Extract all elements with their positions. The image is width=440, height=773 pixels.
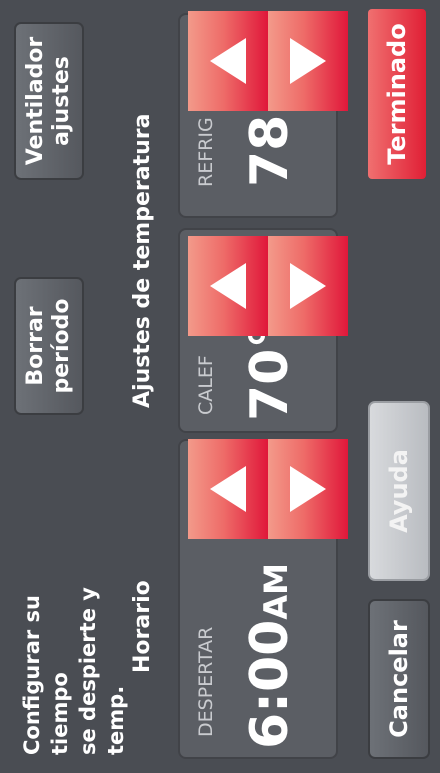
- delete-period-label-2: período: [49, 298, 74, 394]
- arrow-up-icon: [210, 38, 246, 84]
- delete-period-button[interactable]: Borrar período: [14, 277, 84, 415]
- schedule-time-down-button[interactable]: [268, 439, 348, 539]
- cool-label: REFRIG: [195, 117, 217, 187]
- arrow-down-icon: [290, 466, 326, 512]
- fan-settings-button[interactable]: Ventilador ajustes: [14, 22, 84, 180]
- schedule-heading: Horario: [130, 580, 155, 673]
- schedule-ampm: AM: [257, 563, 295, 620]
- temperature-heading: Ajustes de temperatura: [130, 113, 155, 408]
- arrow-down-icon: [290, 38, 326, 84]
- delete-period-label-1: Borrar: [23, 306, 48, 386]
- heat-down-button[interactable]: [268, 236, 348, 336]
- instruction-text: Configurar su tiempo se despierte y temp…: [18, 515, 130, 755]
- heat-up-button[interactable]: [188, 236, 268, 336]
- arrow-up-icon: [210, 263, 246, 309]
- schedule-time-value: 6:00: [240, 619, 300, 749]
- thermostat-screen: Configurar su tiempo se despierte y temp…: [0, 0, 440, 773]
- fan-settings-label-1: Ventilador: [23, 36, 48, 166]
- arrow-down-icon: [290, 263, 326, 309]
- fan-settings-label-2: ajustes: [49, 56, 74, 146]
- schedule-time: 6:00AM: [240, 563, 300, 749]
- heat-setpoint: 70°: [240, 322, 300, 421]
- instruction-line-1: Configurar su tiempo: [20, 595, 72, 755]
- cancel-button[interactable]: Cancelar: [368, 599, 430, 759]
- heat-label: CALEF: [195, 355, 217, 415]
- instruction-line-2: se despierte y temp.: [76, 587, 128, 755]
- arrow-up-icon: [210, 466, 246, 512]
- period-label: DESPERTAR: [195, 626, 217, 737]
- schedule-time-up-button[interactable]: [188, 439, 268, 539]
- help-button[interactable]: Ayuda: [368, 401, 430, 581]
- done-button[interactable]: Terminado: [368, 9, 426, 179]
- cool-up-button[interactable]: [188, 11, 268, 111]
- cool-down-button[interactable]: [268, 11, 348, 111]
